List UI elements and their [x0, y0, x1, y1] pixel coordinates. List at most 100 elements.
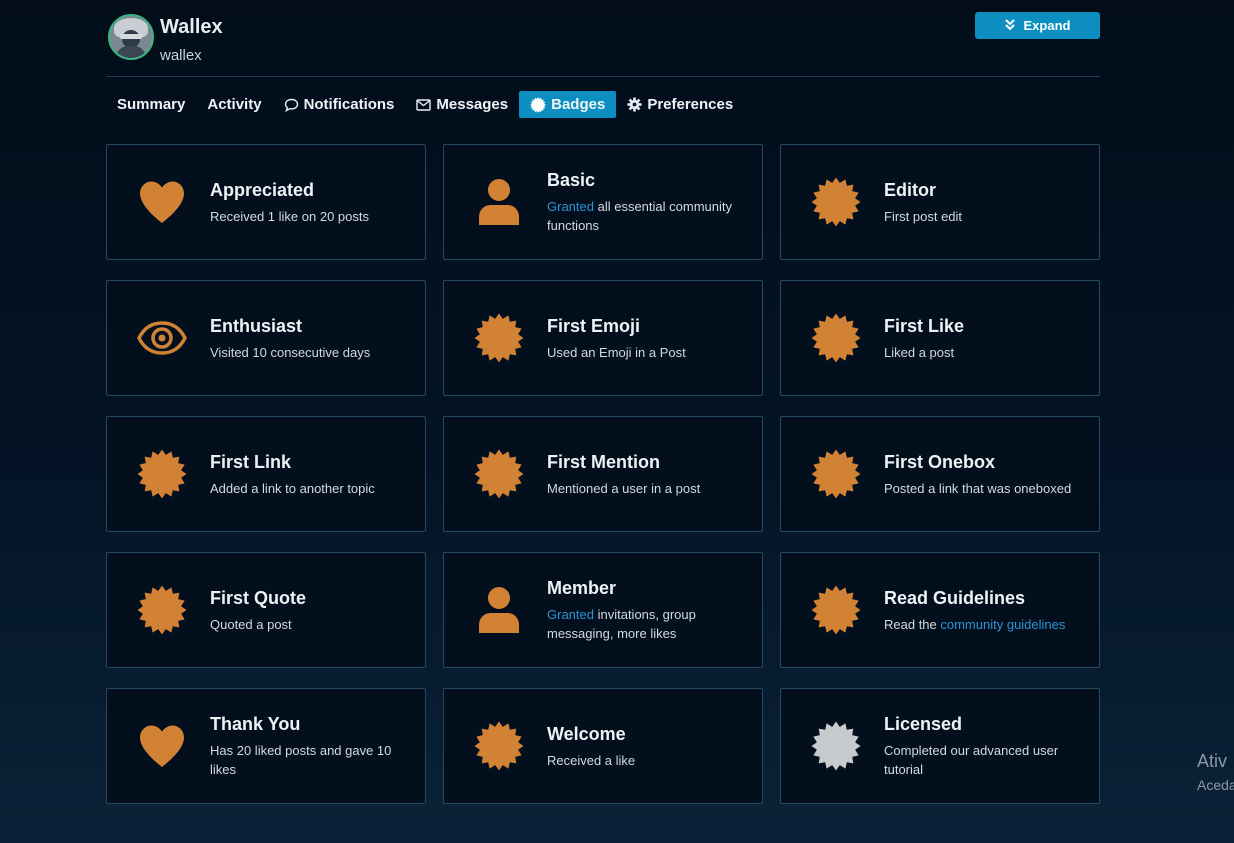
- badge-description: First post edit: [884, 207, 1079, 226]
- gear-icon: [627, 97, 642, 112]
- user-username: wallex: [160, 47, 202, 64]
- badge-card[interactable]: Basic Granted all essential community fun…: [443, 144, 763, 260]
- certificate-icon: [474, 313, 524, 363]
- badge-description: Has 20 liked posts and gave 10 likes: [210, 741, 405, 779]
- badge-title[interactable]: Thank You: [210, 713, 405, 735]
- activation-watermark-title: Ativ: [1197, 751, 1228, 771]
- certificate-icon: [474, 721, 524, 771]
- badge-title[interactable]: Member: [547, 577, 742, 599]
- badge-description-link[interactable]: Granted: [547, 607, 594, 622]
- badge-description-text: Visited 10 consecutive days: [210, 345, 371, 360]
- badge-text: First Quote Quoted a post: [210, 587, 405, 634]
- badge-title[interactable]: First Like: [884, 315, 1079, 337]
- badge-card[interactable]: Read Guidelines Read the community guidel…: [780, 552, 1100, 668]
- badge-description-text: Completed our advanced user tutorial: [884, 743, 1059, 777]
- badge-description: Completed our advanced user tutorial: [884, 741, 1079, 779]
- tab-messages-label: Messages: [436, 96, 509, 113]
- badge-description-text: Received a like: [547, 753, 636, 768]
- badge-card[interactable]: Thank You Has 20 liked posts and gave 10 …: [106, 688, 426, 804]
- expand-label: Expand: [1023, 18, 1071, 33]
- badge-card[interactable]: Editor First post edit: [780, 144, 1100, 260]
- badge-description-link[interactable]: community guidelines: [940, 617, 1065, 632]
- badge-card[interactable]: Member Granted invitations, group messagi…: [443, 552, 763, 668]
- tab-activity[interactable]: Activity: [196, 91, 272, 118]
- badge-title[interactable]: Enthusiast: [210, 315, 405, 337]
- badge-card[interactable]: First Onebox Posted a link that was onebo…: [780, 416, 1100, 532]
- badge-description: Liked a post: [884, 343, 1079, 362]
- badge-text: Read Guidelines Read the community guidel…: [884, 587, 1079, 634]
- badge-text: First Emoji Used an Emoji in a Post: [547, 315, 742, 362]
- tab-notifications[interactable]: Notifications: [273, 91, 406, 118]
- badge-title[interactable]: First Link: [210, 451, 405, 473]
- certificate-icon: [530, 96, 546, 113]
- tab-activity-label: Activity: [207, 96, 262, 113]
- badge-title[interactable]: Appreciated: [210, 179, 405, 201]
- expand-button[interactable]: Expand: [975, 12, 1100, 39]
- badge-card[interactable]: Licensed Completed our advanced user tuto…: [780, 688, 1100, 804]
- badge-title[interactable]: Basic: [547, 169, 742, 191]
- badge-title[interactable]: Editor: [884, 179, 1079, 201]
- badge-title[interactable]: First Quote: [210, 587, 405, 609]
- badge-card[interactable]: First Mention Mentioned a user in a post: [443, 416, 763, 532]
- badge-title[interactable]: Welcome: [547, 723, 742, 745]
- certificate-icon: [474, 449, 524, 499]
- badge-description: Added a link to another topic: [210, 479, 405, 498]
- tab-notifications-label: Notifications: [303, 96, 395, 113]
- badge-description-text: Used an Emoji in a Post: [547, 345, 686, 360]
- double-chevron-down-icon: [1004, 18, 1015, 33]
- tab-badges[interactable]: Badges: [519, 91, 617, 118]
- badge-card[interactable]: Enthusiast Visited 10 consecutive days: [106, 280, 426, 396]
- badge-description-text: Mentioned a user in a post: [547, 481, 701, 496]
- badge-description-text: Quoted a post: [210, 617, 292, 632]
- badge-card[interactable]: Appreciated Received 1 like on 20 posts: [106, 144, 426, 260]
- badge-card[interactable]: First Quote Quoted a post: [106, 552, 426, 668]
- user-icon: [474, 585, 524, 635]
- badge-text: Editor First post edit: [884, 179, 1079, 226]
- badge-description-text: Added a link to another topic: [210, 481, 375, 496]
- user-header: Wallex wallex Expand: [106, 10, 1100, 77]
- badge-title[interactable]: Read Guidelines: [884, 587, 1079, 609]
- badge-description: Received a like: [547, 751, 742, 770]
- badge-card[interactable]: First Like Liked a post: [780, 280, 1100, 396]
- badge-description: Used an Emoji in a Post: [547, 343, 742, 362]
- badge-description: Granted all essential community function…: [547, 197, 742, 235]
- badge-description-text: Liked a post: [884, 345, 955, 360]
- badge-description-text: First post edit: [884, 209, 963, 224]
- badge-text: Enthusiast Visited 10 consecutive days: [210, 315, 405, 362]
- badge-text: Welcome Received a like: [547, 723, 742, 770]
- badge-text: First Like Liked a post: [884, 315, 1079, 362]
- badge-description: Granted invitations, group messaging, mo…: [547, 605, 742, 643]
- tab-messages[interactable]: Messages: [405, 91, 519, 118]
- certificate-icon: [137, 449, 187, 499]
- badge-card[interactable]: First Emoji Used an Emoji in a Post: [443, 280, 763, 396]
- tab-summary[interactable]: Summary: [106, 91, 196, 118]
- avatar[interactable]: [108, 14, 154, 60]
- user-icon: [474, 177, 524, 227]
- badge-description: Received 1 like on 20 posts: [210, 207, 405, 226]
- badge-text: Basic Granted all essential community fun…: [547, 169, 742, 235]
- badge-description-text: Received 1 like on 20 posts: [210, 209, 369, 224]
- badge-text: First Mention Mentioned a user in a post: [547, 451, 742, 498]
- badge-card[interactable]: First Link Added a link to another topic: [106, 416, 426, 532]
- badge-title[interactable]: Licensed: [884, 713, 1079, 735]
- certificate-icon: [137, 585, 187, 635]
- certificate-icon: [811, 449, 861, 499]
- badge-text: First Onebox Posted a link that was onebo…: [884, 451, 1079, 498]
- badge-description-text: Posted a link that was oneboxed: [884, 481, 1072, 496]
- badge-description-prefix: Read the: [884, 617, 941, 632]
- tab-preferences[interactable]: Preferences: [616, 91, 744, 118]
- tab-preferences-label: Preferences: [647, 96, 734, 113]
- badge-text: Member Granted invitations, group messagi…: [547, 577, 742, 643]
- heart-icon: [137, 177, 187, 227]
- badge-description-link[interactable]: Granted: [547, 199, 594, 214]
- user-nav-tabs: Summary Activity Notifications Messages …: [106, 91, 744, 118]
- badge-title[interactable]: First Mention: [547, 451, 742, 473]
- eye-icon: [137, 313, 187, 363]
- user-display-name[interactable]: Wallex: [160, 16, 223, 39]
- envelope-icon: [416, 98, 432, 111]
- badge-card[interactable]: Welcome Received a like: [443, 688, 763, 804]
- badge-title[interactable]: First Onebox: [884, 451, 1079, 473]
- badge-description: Visited 10 consecutive days: [210, 343, 405, 362]
- badge-title[interactable]: First Emoji: [547, 315, 742, 337]
- certificate-icon: [811, 585, 861, 635]
